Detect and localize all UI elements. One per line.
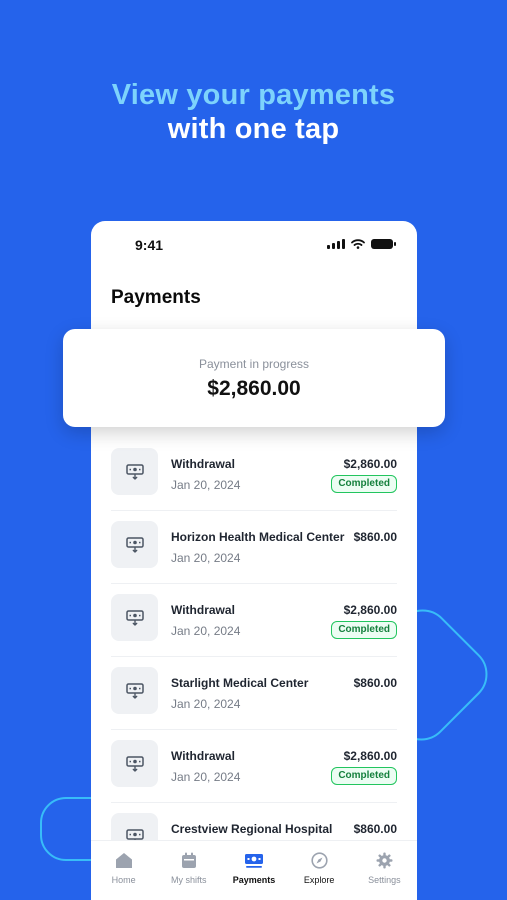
transaction-name: Starlight Medical Center xyxy=(171,676,309,690)
tab-home[interactable]: Home xyxy=(94,852,154,885)
bottom-tab-bar: Home My shifts Payments Explore Settings xyxy=(91,840,417,900)
transaction-amount: $2,860.00 xyxy=(343,749,397,763)
transaction-name: Withdrawal xyxy=(171,457,235,471)
status-time: 9:41 xyxy=(135,237,164,253)
withdraw-cash-icon xyxy=(111,594,158,641)
tab-label: My shifts xyxy=(171,875,207,885)
transaction-name: Horizon Health Medical Center xyxy=(171,530,345,544)
transaction-row[interactable]: Horizon Health Medical Center Jan 20, 202… xyxy=(111,511,397,584)
transaction-row[interactable]: Starlight Medical Center Jan 20, 2024 $860… xyxy=(111,657,397,730)
transaction-name: Withdrawal xyxy=(171,749,235,763)
transaction-name: Withdrawal xyxy=(171,603,235,617)
tab-label: Explore xyxy=(303,875,335,885)
withdraw-cash-icon xyxy=(111,740,158,787)
tab-label: Home xyxy=(111,875,136,885)
withdraw-cash-icon xyxy=(111,448,158,495)
progress-amount: $2,860.00 xyxy=(207,377,301,400)
phone-screen: 9:41 Payments Withdrawal Jan 20, 2024 $2,8… xyxy=(91,221,417,900)
transaction-amount: $860.00 xyxy=(353,822,397,836)
withdraw-cash-icon xyxy=(111,667,158,714)
transaction-date: Jan 20, 2024 xyxy=(171,697,241,711)
tab-label: Settings xyxy=(368,875,401,885)
transaction-row[interactable]: Withdrawal Jan 20, 2024 $2,860.00 Completed xyxy=(111,584,397,657)
status-bar: 9:41 xyxy=(91,221,417,269)
wifi-icon xyxy=(351,239,365,249)
transaction-amount: $860.00 xyxy=(353,530,397,544)
calendar-icon xyxy=(181,852,196,868)
transaction-date: Jan 20, 2024 xyxy=(171,551,241,565)
tab-label: Payments xyxy=(232,875,276,885)
status-badge: Completed xyxy=(331,767,397,785)
page-title: Payments xyxy=(111,287,201,308)
cellular-signal-icon xyxy=(327,239,345,249)
payments-icon xyxy=(244,854,263,868)
tab-settings[interactable]: Settings xyxy=(354,852,414,885)
withdraw-cash-icon xyxy=(111,521,158,568)
payment-in-progress-card[interactable]: Payment in progress $2,860.00 xyxy=(63,329,445,427)
tab-payments[interactable]: Payments xyxy=(224,852,284,885)
transaction-list: Withdrawal Jan 20, 2024 $2,860.00 Completed… xyxy=(111,438,397,876)
gear-icon xyxy=(376,852,393,869)
transaction-date: Jan 20, 2024 xyxy=(171,478,241,492)
tab-explore[interactable]: Explore xyxy=(289,852,349,885)
transaction-row[interactable]: Withdrawal Jan 20, 2024 $2,860.00 Completed xyxy=(111,438,397,511)
headline-line-2: with one tap xyxy=(167,113,340,145)
battery-icon xyxy=(371,239,396,249)
headline-line-1: View your payments xyxy=(111,79,396,111)
transaction-amount: $2,860.00 xyxy=(343,603,397,617)
transaction-name: Crestview Regional Hospital xyxy=(171,822,333,836)
transaction-row[interactable]: Withdrawal Jan 20, 2024 $2,860.00 Completed xyxy=(111,730,397,803)
home-icon xyxy=(115,853,132,868)
transaction-amount: $2,860.00 xyxy=(343,457,397,471)
status-badge: Completed xyxy=(331,475,397,493)
tab-my-shifts[interactable]: My shifts xyxy=(159,852,219,885)
marketing-headline: View your payments with one tap xyxy=(0,78,507,146)
compass-icon xyxy=(311,852,328,869)
progress-label: Payment in progress xyxy=(198,357,310,371)
transaction-date: Jan 20, 2024 xyxy=(171,770,241,784)
transaction-amount: $860.00 xyxy=(353,676,397,690)
status-badge: Completed xyxy=(331,621,397,639)
transaction-date: Jan 20, 2024 xyxy=(171,624,241,638)
